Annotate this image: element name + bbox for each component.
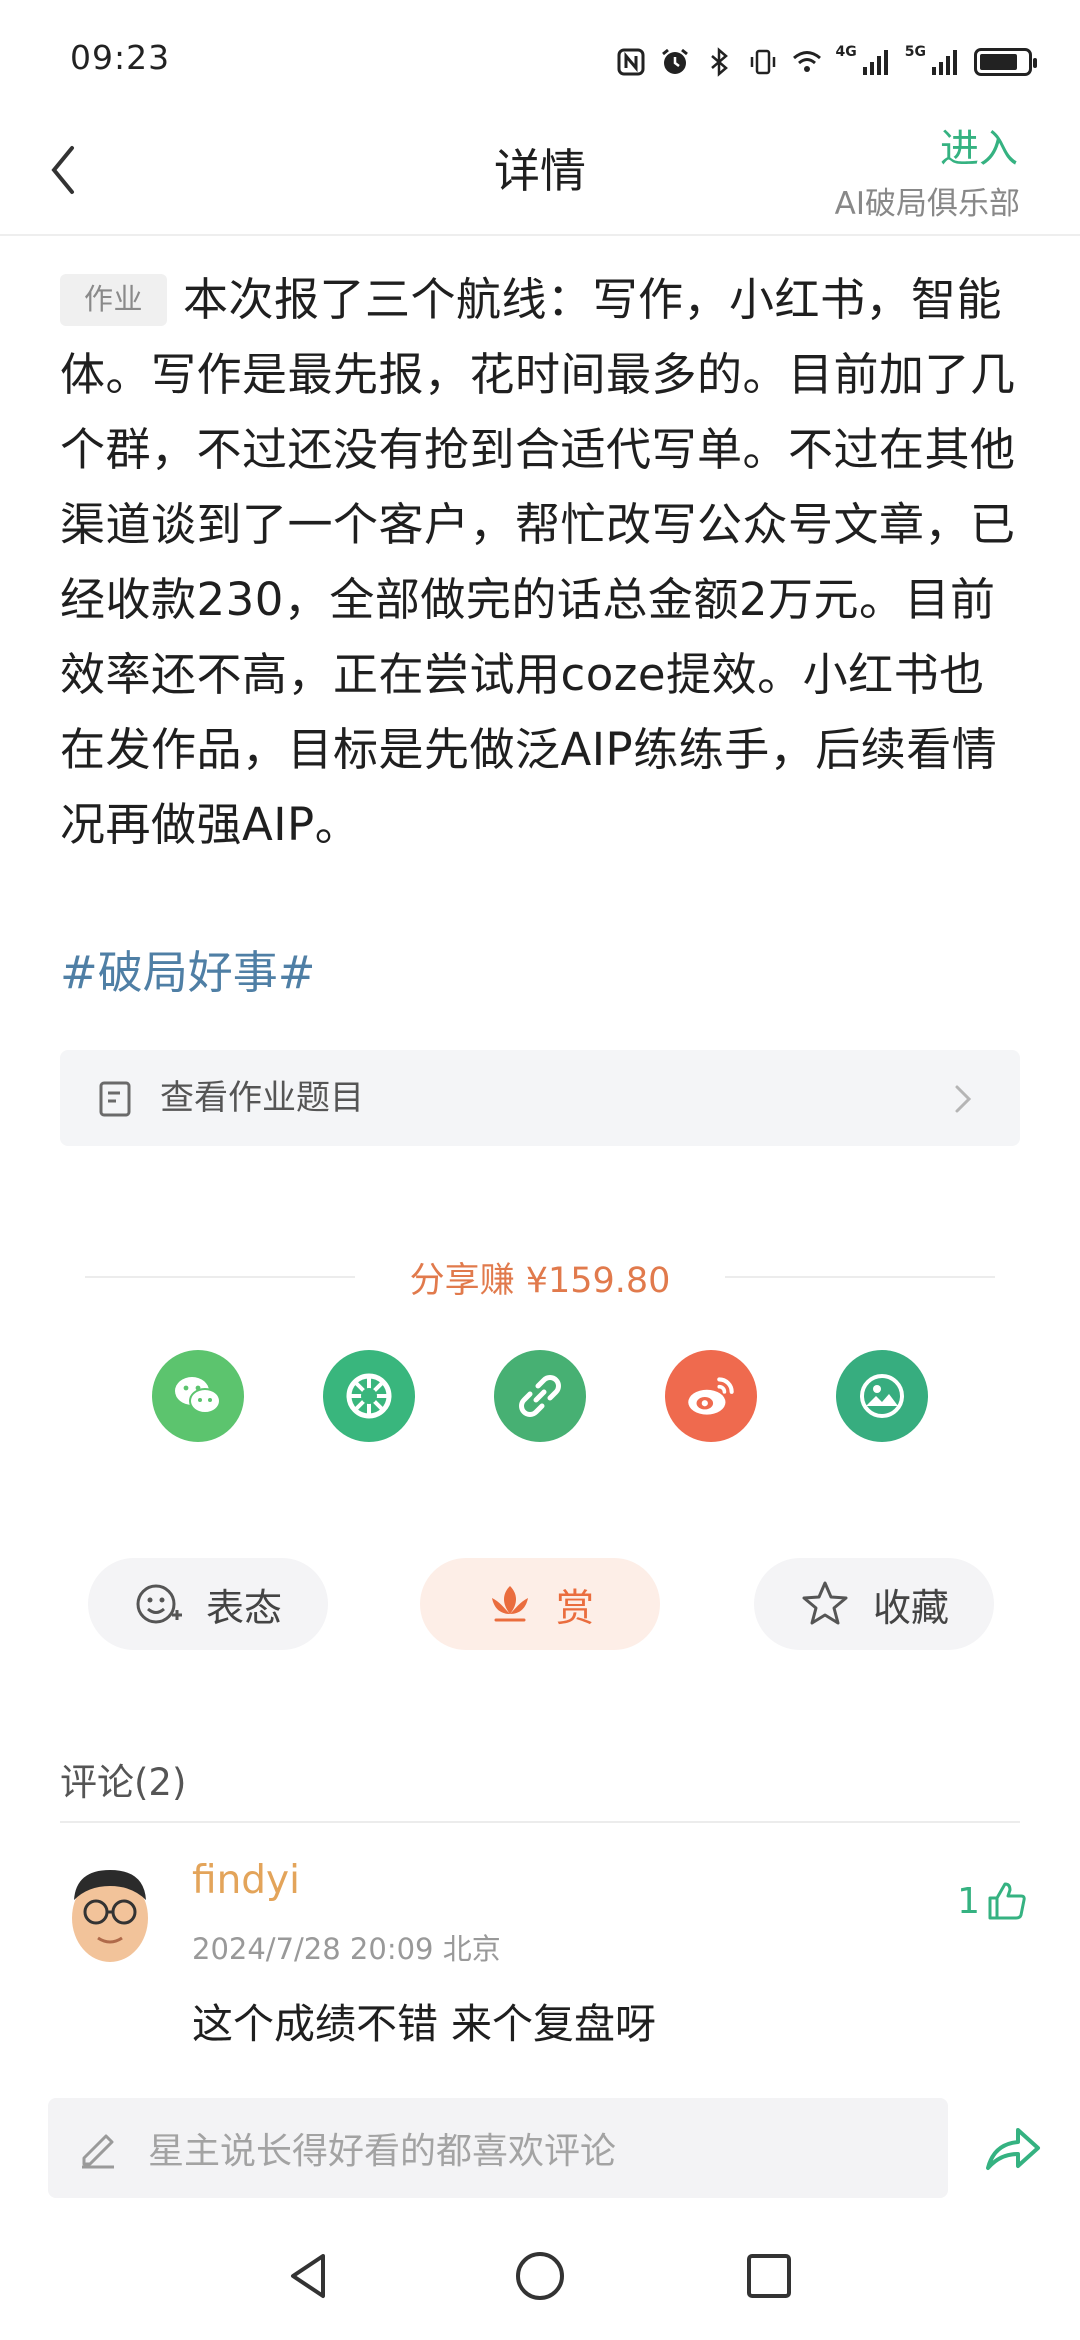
post-text: 本次报了三个航线：写作，小红书，智能体。写作是最先报，花时间最多的。目前加了几个…	[60, 273, 1016, 851]
thumb-up-icon	[988, 1882, 1026, 1920]
signal-icon	[862, 50, 888, 75]
chevron-right-icon	[955, 1085, 972, 1113]
comment-input[interactable]: 星主说长得好看的都喜欢评论	[48, 2098, 948, 2198]
comment-text: 这个成绩不错 来个复盘呀	[192, 2000, 657, 2048]
status-icons: 4G 5G	[616, 42, 1037, 82]
bluetooth-icon	[710, 47, 728, 77]
system-recents-icon[interactable]	[741, 2248, 797, 2304]
comment-like-button[interactable]: 1	[957, 1880, 1028, 1922]
react-label: 表态	[205, 1585, 282, 1630]
pencil-icon	[82, 2134, 114, 2169]
comment-username[interactable]: findyi	[192, 1858, 300, 1903]
comments-title: 评论(2)	[60, 1761, 187, 1804]
status-time: 09:23	[70, 38, 171, 77]
favorite-button[interactable]: 收藏	[754, 1558, 994, 1650]
enter-button[interactable]: 进入	[940, 118, 1018, 174]
comment-placeholder: 星主说长得好看的都喜欢评论	[148, 2131, 617, 2172]
battery-icon	[974, 48, 1037, 76]
link-icon	[519, 1375, 561, 1417]
wechat-icon	[175, 1377, 221, 1414]
post-tag: 作业	[60, 274, 168, 326]
signal-icon	[932, 50, 957, 75]
weibo-icon	[688, 1377, 734, 1415]
share-icon[interactable]	[984, 2122, 1042, 2174]
reward-label: 赏	[555, 1585, 594, 1630]
reward-button[interactable]: 赏	[420, 1558, 660, 1650]
emoji-add-icon	[136, 1584, 182, 1624]
view-homework-button[interactable]: 查看作业题目	[60, 1050, 1020, 1146]
favorite-label: 收藏	[872, 1585, 949, 1630]
document-icon	[99, 1081, 131, 1117]
share-wechat-button[interactable]	[152, 1350, 244, 1442]
system-home-icon[interactable]	[512, 2248, 568, 2304]
view-homework-label: 查看作业题目	[160, 1078, 364, 1118]
avatar-image	[62, 1860, 158, 1966]
nav-divider	[0, 234, 1080, 236]
signal-label-5g: 5G	[904, 44, 926, 60]
share-moments-button[interactable]	[323, 1350, 415, 1442]
system-back-icon[interactable]	[281, 2248, 337, 2304]
share-earn-label: 分享赚 ¥159.80	[409, 1261, 671, 1301]
star-icon	[802, 1581, 848, 1625]
club-name[interactable]: AI破局俱乐部	[835, 178, 1020, 223]
react-button[interactable]: 表态	[88, 1558, 328, 1650]
comments-divider	[60, 1821, 1020, 1823]
nfc-icon	[617, 48, 645, 76]
moments-icon	[346, 1373, 392, 1419]
like-count: 1	[957, 1880, 980, 1922]
comment-meta: 2024/7/28 20:09 北京	[192, 1932, 501, 1966]
hashtag-link[interactable]: #破局好事#	[60, 935, 315, 1010]
lotus-icon	[491, 1586, 528, 1622]
wifi-icon	[792, 51, 821, 72]
post-body: 作业 本次报了三个航线：写作，小红书，智能体。写作是最先报，花时间最多的。目前加了…	[60, 262, 1025, 862]
signal-label-4g: 4G	[835, 44, 857, 60]
image-icon	[860, 1374, 904, 1418]
share-image-button[interactable]	[836, 1350, 928, 1442]
avatar[interactable]	[62, 1860, 158, 1966]
vibrate-icon	[750, 49, 775, 75]
alarm-icon	[661, 48, 688, 74]
share-weibo-button[interactable]	[665, 1350, 757, 1442]
share-link-button[interactable]	[494, 1350, 586, 1442]
